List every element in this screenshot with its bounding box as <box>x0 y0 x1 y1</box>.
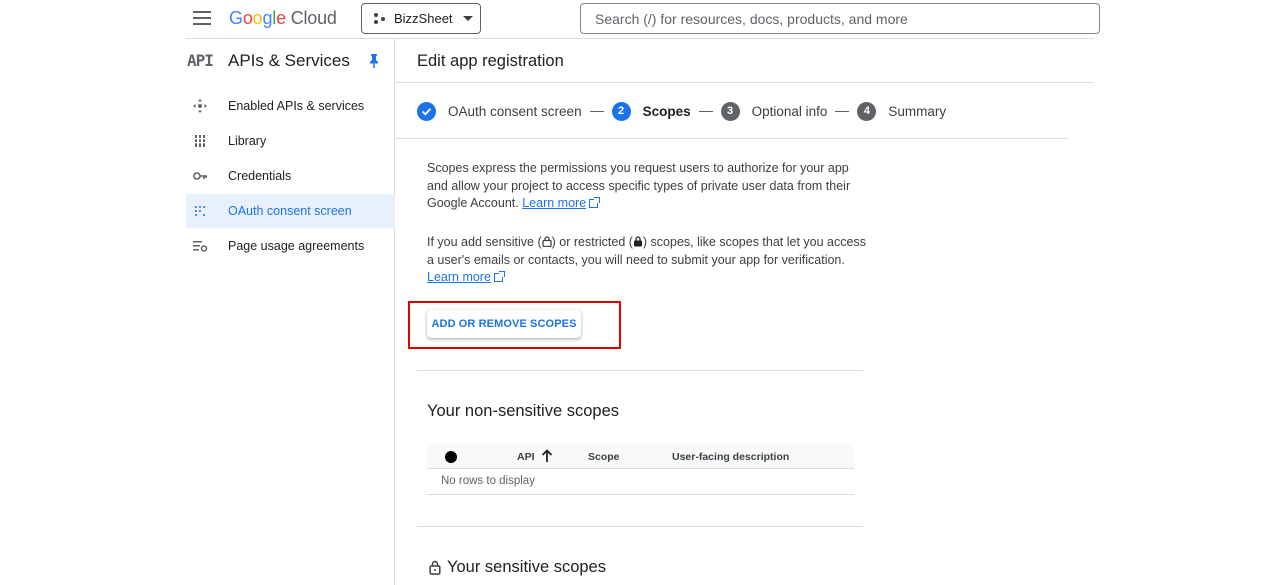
key-icon <box>193 172 207 180</box>
sidebar-item-label: Credentials <box>228 169 292 183</box>
search-input[interactable] <box>595 10 1099 27</box>
add-or-remove-scopes-button[interactable]: ADD OR REMOVE SCOPES <box>427 310 581 338</box>
step-number: 3 <box>720 101 740 121</box>
sidebar-item-oauth-consent[interactable]: OAuth consent screen <box>186 194 395 228</box>
google-cloud-logo[interactable]: Google Cloud <box>229 8 337 29</box>
api-badge-icon: API <box>187 51 214 70</box>
sensitive-scopes-title: Your sensitive scopes <box>447 558 606 576</box>
scopes-intro: Scopes express the permissions you reque… <box>427 160 867 213</box>
open-in-new-icon <box>493 271 505 282</box>
step-separator <box>835 110 850 112</box>
logo-letter: g <box>262 8 273 28</box>
section-divider <box>417 526 863 527</box>
search-bar[interactable] <box>580 3 1100 34</box>
stepper: OAuth consent screen 2 Scopes 3 Optional… <box>417 100 946 122</box>
section-divider <box>417 370 863 371</box>
project-name: BizzSheet <box>394 11 453 26</box>
scopes-intro-text: Scopes express the permissions you reque… <box>427 161 851 210</box>
logo-letter: e <box>276 8 286 28</box>
learn-more-link[interactable]: Learn more <box>522 196 586 210</box>
scopes-table-header: API Scope User-facing description <box>427 444 854 469</box>
step-oauth-consent[interactable]: OAuth consent screen <box>417 101 582 121</box>
table-bottom-border <box>427 494 854 495</box>
check-circle-icon <box>417 101 436 121</box>
sidebar-title: APIs & Services <box>228 51 350 70</box>
main-menu-icon[interactable] <box>193 11 211 25</box>
select-all-indicator[interactable] <box>445 451 457 463</box>
oauth-consent-icon <box>195 206 205 216</box>
learn-more-link[interactable]: Learn more <box>427 270 491 284</box>
sidebar-item-label: Library <box>228 134 267 148</box>
column-api[interactable]: API <box>517 451 535 463</box>
step-separator <box>698 110 713 112</box>
logo-letter: o <box>252 8 263 28</box>
step-label: Summary <box>888 103 947 119</box>
page-title: Edit app registration <box>417 52 564 70</box>
project-icon <box>374 12 386 25</box>
arrow-up-icon[interactable] <box>541 449 553 463</box>
sidebar-item-label: Enabled APIs & services <box>228 99 365 113</box>
title-divider <box>396 82 1094 83</box>
step-summary[interactable]: 4 Summary <box>857 101 947 121</box>
pin-icon[interactable] <box>370 54 378 68</box>
enabled-apis-icon <box>193 99 207 113</box>
learn-more-label: Learn more <box>427 270 491 284</box>
open-in-new-icon <box>589 197 601 208</box>
lock-outline-icon <box>542 236 552 247</box>
lock-outline-icon <box>429 560 441 575</box>
sidebar-item-label: OAuth consent screen <box>228 204 352 218</box>
sensitive-note-part1: If you add sensitive ( <box>427 235 542 249</box>
top-bar: Google Cloud BizzSheet <box>0 0 1280 38</box>
step-label: OAuth consent screen <box>448 103 582 119</box>
column-scope[interactable]: Scope <box>588 451 620 463</box>
step-number: 2 <box>611 101 631 121</box>
sensitive-note-part2: ) or restricted ( <box>551 235 633 249</box>
step-number: 4 <box>857 101 877 121</box>
stepper-divider <box>396 138 1068 139</box>
step-optional-info[interactable]: 3 Optional info <box>720 101 828 121</box>
step-scopes[interactable]: 2 Scopes <box>611 101 691 121</box>
non-sensitive-scopes-title: Your non-sensitive scopes <box>427 402 620 420</box>
library-icon <box>194 135 206 147</box>
step-label: Optional info <box>751 103 828 119</box>
step-label: Scopes <box>642 103 691 119</box>
sidebar-item-enabled-apis[interactable]: Enabled APIs & services <box>186 89 395 123</box>
sidebar-item-page-usage[interactable]: Page usage agreements <box>186 229 395 263</box>
project-picker-button[interactable]: BizzSheet <box>361 3 481 34</box>
sidebar: API APIs & Services Enabled APIs & servi… <box>186 39 395 585</box>
step-separator <box>589 110 604 112</box>
sidebar-item-credentials[interactable]: Credentials <box>186 159 395 193</box>
sidebar-item-label: Page usage agreements <box>228 239 365 253</box>
logo-letter: o <box>242 8 253 28</box>
column-description[interactable]: User-facing description <box>672 451 789 463</box>
page-usage-icon <box>193 241 208 252</box>
logo-letter: G <box>229 8 243 28</box>
lock-filled-icon <box>633 236 642 247</box>
table-empty-message: No rows to display <box>441 475 535 487</box>
logo-product: Cloud <box>290 8 337 28</box>
sidebar-item-library[interactable]: Library <box>186 124 395 158</box>
learn-more-label: Learn more <box>522 196 587 210</box>
sensitive-note: If you add sensitive () or restricted ()… <box>427 234 867 287</box>
sidebar-header: API APIs & Services <box>186 39 395 83</box>
chevron-down-icon <box>462 16 473 21</box>
